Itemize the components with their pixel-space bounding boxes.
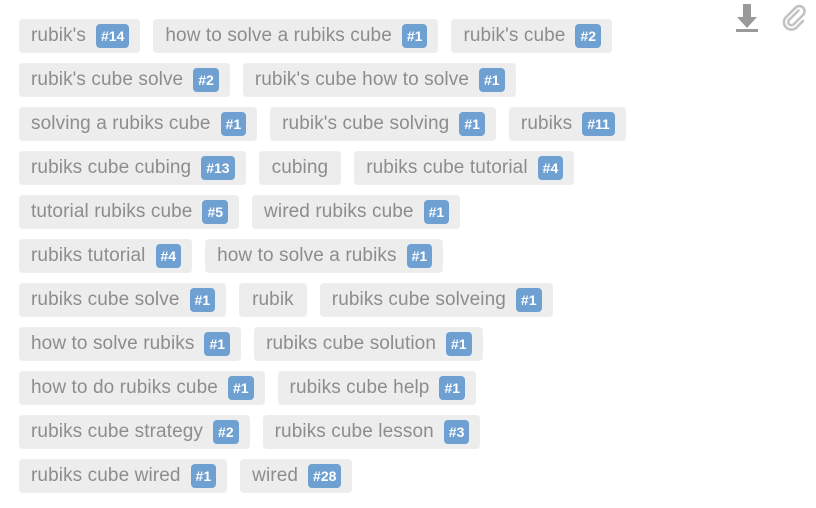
tag-chip[interactable]: rubik's cube solving #1	[270, 107, 496, 141]
tag-label: how to solve a rubiks	[217, 245, 397, 266]
tag-count-badge: #1	[479, 68, 505, 92]
tag-label: rubiks cube solveing	[331, 289, 506, 310]
tag-count-badge: #1	[227, 376, 254, 400]
tag-label: rubiks	[520, 113, 573, 134]
tag-chip[interactable]: rubiks cube solve #1	[19, 283, 227, 317]
tag-row: rubik's cube solve #2 rubik's cube how to …	[19, 58, 816, 102]
tag-label: rubik's cube how to solve	[254, 69, 469, 90]
tag-label: rubik	[252, 289, 294, 310]
tag-chip[interactable]: rubiks cube strategy #2	[19, 415, 250, 449]
tag-chip[interactable]: rubik's #14	[19, 19, 141, 53]
tag-label: rubiks cube wired	[31, 465, 181, 486]
tag-count-badge: #14	[96, 24, 130, 48]
tag-count-badge: #1	[190, 464, 217, 488]
tag-label: rubiks cube lesson	[274, 421, 434, 442]
tag-row: rubiks cube strategy #2 rubiks cube lesson…	[19, 410, 816, 454]
tag-row: tutorial rubiks cube #5 wired rubiks cube #…	[19, 190, 816, 234]
tag-count-badge: #1	[220, 112, 247, 136]
tag-count-badge: #1	[515, 288, 542, 312]
tag-count-badge: #3	[443, 420, 470, 444]
tag-row: rubiks cube cubing #13 cubing rubiks cube t…	[19, 146, 816, 190]
tag-label: how to do rubiks cube	[31, 377, 218, 398]
tag-count-badge: #1	[423, 200, 450, 224]
tag-chip[interactable]: how to do rubiks cube #1	[19, 371, 265, 405]
tag-label: rubiks cube tutorial	[366, 157, 528, 178]
tag-count-badge: #1	[401, 24, 428, 48]
tag-chip[interactable]: rubiks cube help #1	[277, 371, 477, 405]
paperclip-icon[interactable]	[778, 2, 808, 34]
tag-label: rubik's cube	[463, 25, 566, 46]
tag-chip[interactable]: rubiks cube lesson #3	[262, 415, 481, 449]
tag-count-badge: #28	[308, 464, 342, 488]
tag-label: rubik's cube solve	[31, 69, 184, 90]
tag-count-badge: #4	[537, 156, 564, 180]
tag-count-badge: #2	[575, 24, 602, 48]
tag-row: how to solve rubiks #1 rubiks cube solutio…	[19, 322, 816, 366]
tag-count-badge: #1	[189, 288, 216, 312]
tag-chip[interactable]: wired #28	[240, 459, 353, 493]
tag-count-badge: #1	[446, 332, 472, 356]
tag-count-badge: #2	[213, 420, 239, 444]
tag-count-badge: #1	[204, 332, 231, 356]
tag-chip[interactable]: rubiks cube solveing #1	[319, 283, 553, 317]
tag-chip[interactable]: how to solve a rubiks #1	[205, 239, 444, 273]
download-icon[interactable]	[732, 2, 762, 34]
tag-label: rubiks cube strategy	[31, 421, 204, 442]
tag-row: how to do rubiks cube #1 rubiks cube help #…	[19, 366, 816, 410]
tag-label: wired rubiks cube	[264, 201, 414, 222]
tag-chip[interactable]: rubik's cube solve #2	[19, 63, 230, 97]
tag-chip[interactable]: rubik's cube how to solve #1	[242, 63, 516, 97]
tag-chip[interactable]: rubik	[239, 283, 307, 317]
tag-count-badge: #11	[582, 112, 615, 136]
tag-count-badge: #1	[439, 376, 466, 400]
tag-row: rubiks cube solve #1 rubik rubiks cube solv…	[19, 278, 816, 322]
tag-label: wired	[252, 465, 299, 486]
tag-label: rubiks tutorial	[31, 245, 146, 266]
tag-chip[interactable]: how to solve a rubiks cube #1	[153, 19, 439, 53]
tag-label: how to solve rubiks	[31, 333, 195, 354]
tag-label: rubik's	[31, 25, 87, 46]
tag-chip[interactable]: tutorial rubiks cube #5	[19, 195, 240, 229]
tag-label: how to solve a rubiks cube	[165, 25, 392, 46]
tag-chip[interactable]: how to solve rubiks #1	[19, 327, 242, 361]
overlay-icon-group	[732, 2, 808, 34]
tag-cloud-panel: rubik's #14 how to solve a rubiks cube #1 ru…	[0, 0, 816, 508]
tag-count-badge: #1	[459, 112, 485, 136]
tag-chip[interactable]: wired rubiks cube #1	[252, 195, 461, 229]
tag-chip[interactable]: rubiks cube solution #1	[254, 327, 483, 361]
tag-label: cubing	[271, 157, 329, 178]
tag-label: tutorial rubiks cube	[31, 201, 193, 222]
tag-chip[interactable]: solving a rubiks cube #1	[19, 107, 258, 141]
tag-chip[interactable]: rubiks cube tutorial #4	[354, 151, 575, 185]
tag-label: rubik's cube solving	[282, 113, 450, 134]
tag-chip[interactable]: rubiks cube cubing #13	[19, 151, 246, 185]
tag-label: rubiks cube help	[289, 377, 430, 398]
tag-count-badge: #5	[202, 200, 229, 224]
tag-row: rubik's #14 how to solve a rubiks cube #1 ru…	[19, 14, 816, 58]
tag-label: solving a rubiks cube	[31, 113, 211, 134]
tag-chip[interactable]: rubik's cube #2	[451, 19, 613, 53]
tag-label: rubiks cube solve	[31, 289, 180, 310]
tag-label: rubiks cube cubing	[31, 157, 192, 178]
tag-row: rubiks cube wired #1 wired #28	[19, 454, 816, 498]
tag-chip[interactable]: cubing	[258, 151, 342, 185]
tag-chip[interactable]: rubiks tutorial #4	[19, 239, 193, 273]
tag-chip[interactable]: rubiks cube wired #1	[19, 459, 228, 493]
tag-count-badge: #13	[201, 156, 235, 180]
tag-count-badge: #4	[155, 244, 182, 268]
tag-row: solving a rubiks cube #1 rubik's cube solv…	[19, 102, 816, 146]
tag-row: rubiks tutorial #4 how to solve a rubiks #1	[19, 234, 816, 278]
tag-count-badge: #1	[406, 244, 433, 268]
tag-label: rubiks cube solution	[266, 333, 436, 354]
tag-count-badge: #2	[193, 68, 219, 92]
tag-chip[interactable]: rubiks #11	[508, 107, 626, 141]
